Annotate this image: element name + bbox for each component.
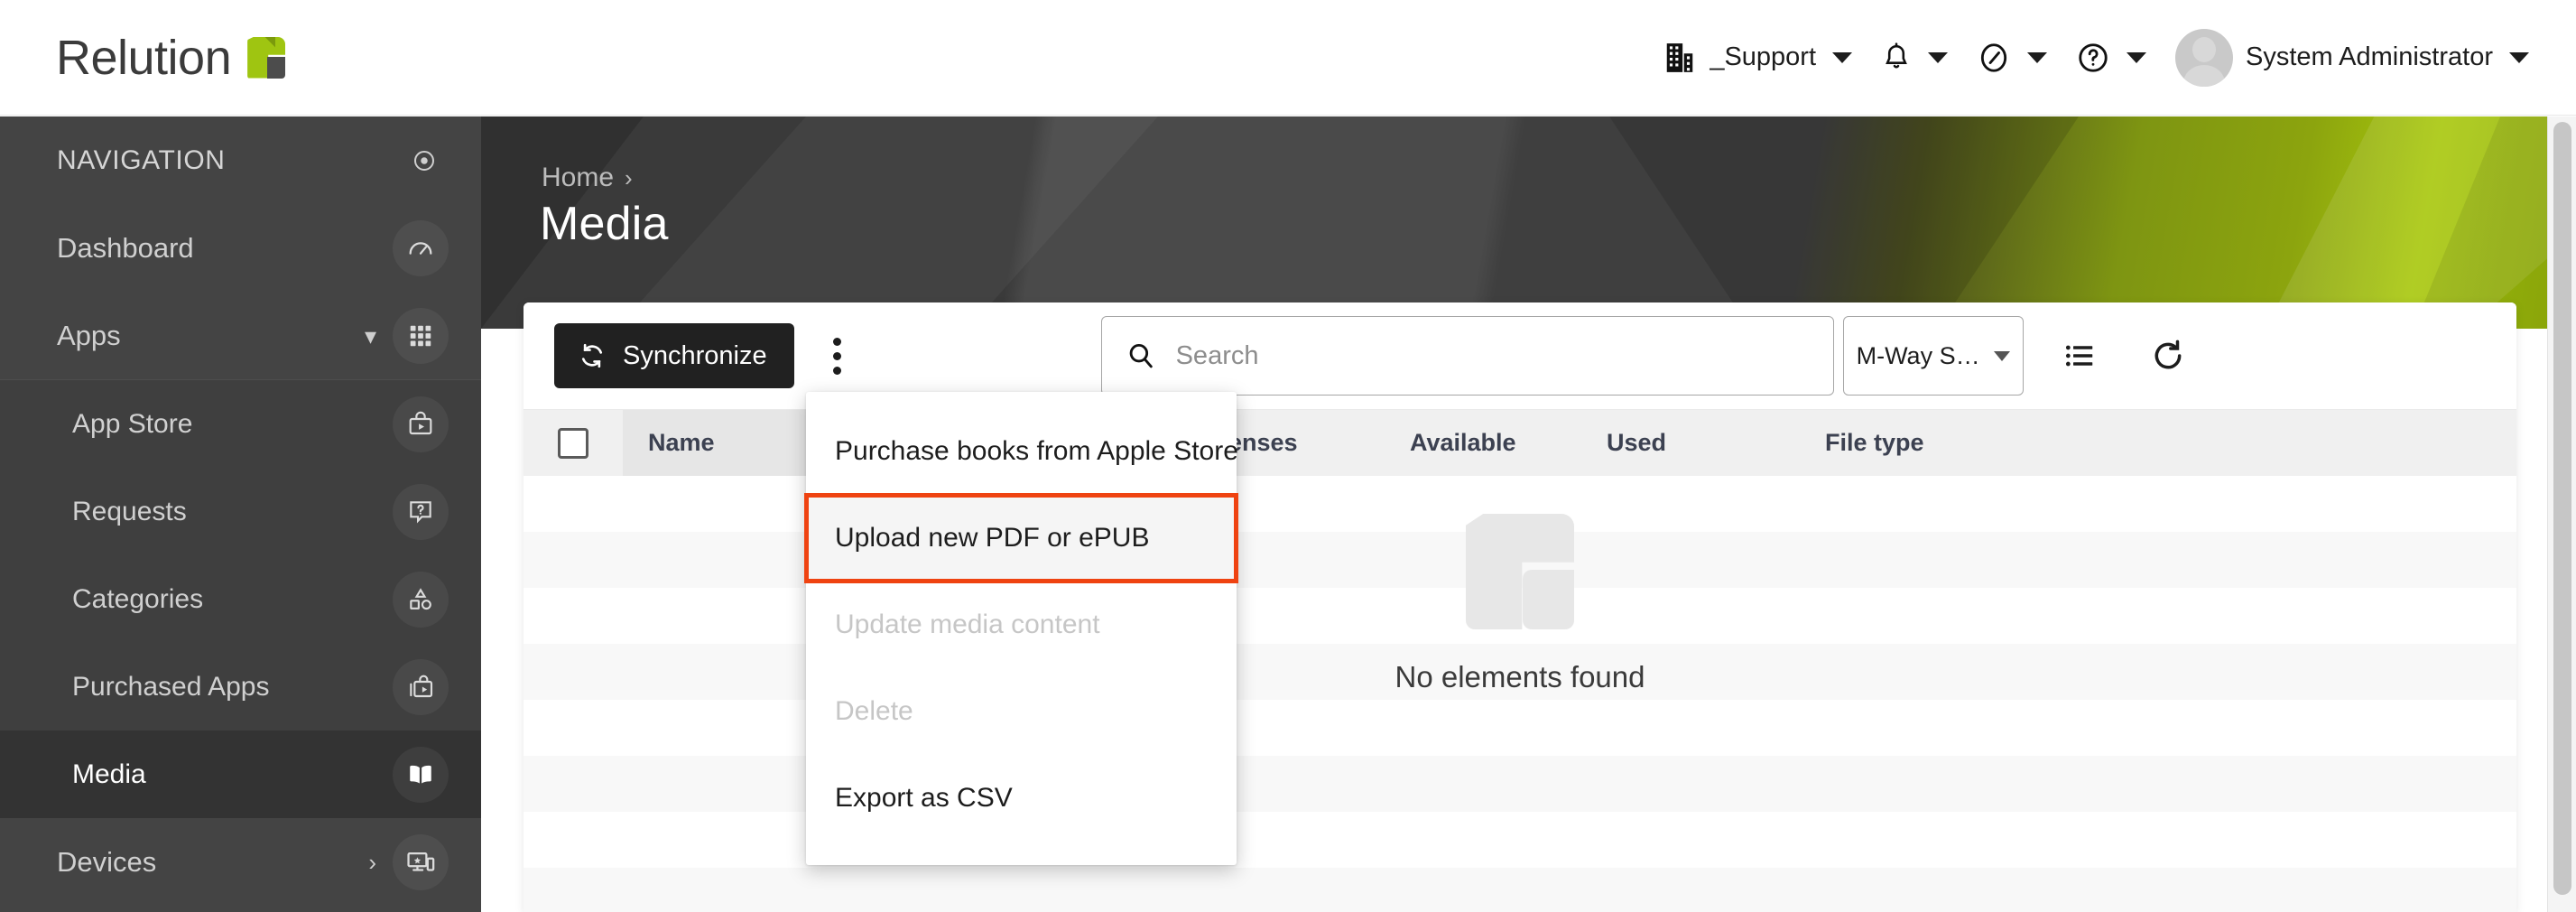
avatar: [2175, 29, 2233, 87]
app-store-bag-icon: [393, 396, 449, 452]
sidebar-item-categories[interactable]: Categories: [0, 555, 481, 643]
sync-refresh-icon: [578, 341, 607, 370]
target-icon[interactable]: [411, 147, 438, 174]
notifications-button[interactable]: [1867, 0, 1962, 116]
sidebar-item-app-store[interactable]: App Store: [0, 380, 481, 468]
chevron-right-icon[interactable]: ›: [368, 851, 376, 874]
grid-apps-icon: [393, 308, 449, 364]
sidebar-heading: NAVIGATION: [0, 116, 481, 204]
speedometer-icon: [393, 220, 449, 276]
sidebar-item-label: Apps: [57, 320, 121, 352]
menu-item-update-media-content: Update media content: [806, 582, 1237, 668]
search-field[interactable]: [1101, 316, 1834, 396]
more-vertical-icon[interactable]: [809, 323, 866, 388]
sidebar-item-purchased-apps[interactable]: Purchased Apps: [0, 643, 481, 731]
vertical-scrollbar[interactable]: [2547, 116, 2576, 912]
synchronize-label: Synchronize: [623, 341, 767, 371]
search-icon: [1126, 340, 1156, 371]
sidebar-heading-label: NAVIGATION: [57, 145, 226, 176]
building-icon: [1663, 40, 1697, 76]
chevron-down-icon: [2509, 52, 2529, 63]
bell-icon: [1881, 40, 1912, 76]
reload-button[interactable]: [2136, 323, 2201, 388]
chevron-down-icon: [2027, 52, 2047, 63]
book-open-icon: [393, 747, 449, 803]
chevron-right-icon: ›: [625, 164, 633, 192]
search-input[interactable]: [1176, 341, 1810, 371]
request-question-icon: [393, 484, 449, 540]
messages-button[interactable]: [1962, 0, 2062, 116]
organization-label: _Support: [1710, 42, 1816, 72]
select-all-cell: [524, 410, 623, 477]
synchronize-button[interactable]: Synchronize: [554, 323, 794, 388]
sidebar-item-label: Dashboard: [57, 232, 194, 265]
sidebar-item-media[interactable]: Media: [0, 731, 481, 818]
breadcrumb: Home ›: [542, 163, 633, 193]
chevron-down-icon: [1928, 52, 1948, 63]
sidebar-item-requests[interactable]: Requests: [0, 468, 481, 555]
list-view-icon: [2062, 339, 2097, 373]
scrollbar-thumb[interactable]: [2553, 122, 2571, 895]
page-title: Media: [540, 197, 669, 251]
column-header-file-type[interactable]: File type: [1825, 410, 2096, 477]
compass-icon: [1977, 41, 2011, 75]
shapes-categories-icon: [393, 572, 449, 628]
chevron-down-icon: [1832, 52, 1852, 63]
page-banner: [481, 116, 2576, 329]
question-circle-icon: [2076, 41, 2110, 75]
top-bar-actions: _Support: [1648, 0, 2544, 116]
select-all-checkbox[interactable]: [558, 428, 588, 459]
sidebar-item-apps[interactable]: Apps ▾: [0, 292, 481, 379]
help-button[interactable]: [2062, 0, 2161, 116]
sidebar-navigation: NAVIGATION Dashboard Apps ▾: [0, 116, 481, 912]
purchased-apps-icon: [393, 659, 449, 715]
sidebar-subgroup-apps: App Store Requests Categories: [0, 380, 481, 818]
sidebar-item-dashboard[interactable]: Dashboard: [0, 204, 481, 292]
brand-name: Relution: [56, 33, 231, 82]
organization-filter-value: M-Way Solutions G...: [1857, 342, 1981, 370]
organization-switcher[interactable]: _Support: [1648, 0, 1867, 116]
organization-filter-select[interactable]: M-Way Solutions G...: [1843, 316, 2024, 396]
menu-item-upload-new-pdf-or-epub[interactable]: Upload new PDF or ePUB: [806, 495, 1237, 582]
brand-logo[interactable]: Relution: [56, 33, 285, 82]
column-header-used[interactable]: Used: [1607, 410, 1825, 477]
sidebar-item-label: App Store: [72, 409, 192, 440]
media-actions-menu: Purchase books from Apple Store Upload n…: [806, 392, 1237, 865]
table-row: [524, 868, 2516, 912]
chevron-down-icon: [1994, 351, 2010, 361]
user-name: System Administrator: [2246, 42, 2493, 72]
menu-item-export-as-csv[interactable]: Export as CSV: [806, 755, 1237, 842]
chevron-down-icon[interactable]: ▾: [365, 324, 376, 348]
relution-logo-icon: [247, 37, 285, 79]
sidebar-item-label: Categories: [72, 584, 203, 615]
column-header-available[interactable]: Available: [1410, 410, 1607, 477]
top-app-bar: Relution _Support: [0, 0, 2576, 116]
sidebar-item-label: Purchased Apps: [72, 672, 269, 703]
menu-item-delete: Delete: [806, 668, 1237, 755]
sidebar-item-label: Requests: [72, 497, 187, 527]
menu-item-purchase-books[interactable]: Purchase books from Apple Store: [806, 408, 1237, 495]
user-menu[interactable]: System Administrator: [2161, 0, 2544, 116]
reload-icon: [2150, 338, 2186, 374]
list-view-button[interactable]: [2047, 323, 2112, 388]
devices-icon: [393, 834, 449, 890]
chevron-down-icon: [2127, 52, 2146, 63]
sidebar-item-label: Media: [72, 759, 146, 790]
sidebar-item-label: Devices: [57, 846, 156, 879]
breadcrumb-item-home[interactable]: Home: [542, 163, 614, 193]
sidebar-item-devices[interactable]: Devices ›: [0, 818, 481, 906]
